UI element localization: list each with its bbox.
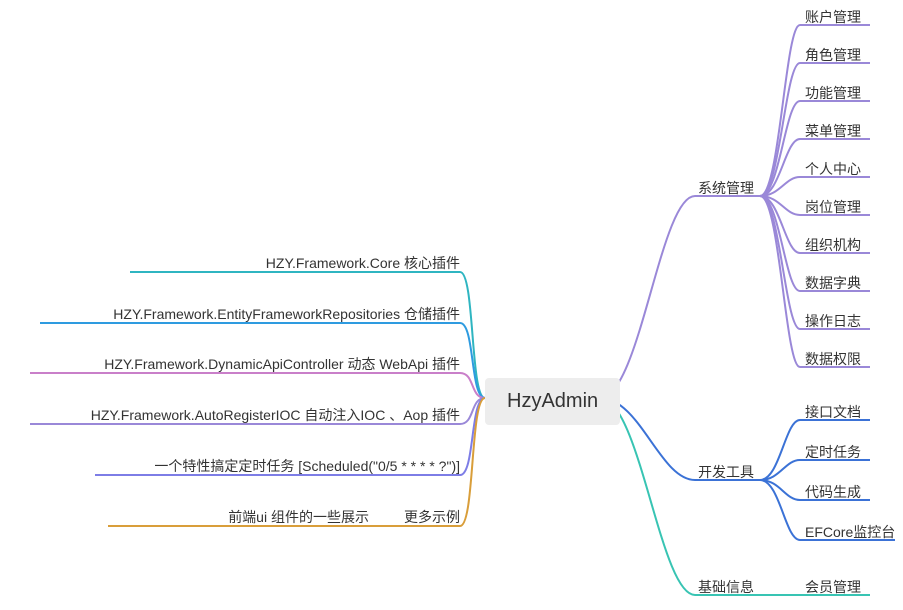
leaf-0-5: 岗位管理 xyxy=(805,197,861,217)
leaf-0-7: 数据字典 xyxy=(805,273,861,293)
left-item-4: 一个特性搞定定时任务 [Scheduled("0/5 * * * * ?")] xyxy=(154,456,460,476)
center-node: HzyAdmin xyxy=(485,378,620,425)
left-item-last: 前端ui 组件的一些展示 更多示例 xyxy=(228,507,460,527)
leaf-0-6: 组织机构 xyxy=(805,235,861,255)
left-item-last-text2: 更多示例 xyxy=(404,509,460,525)
leaf-0-2: 功能管理 xyxy=(805,83,861,103)
leaf-0-4: 个人中心 xyxy=(805,159,861,179)
leaf-2-0: 会员管理 xyxy=(805,577,861,597)
left-item-2: HZY.Framework.DynamicApiController 动态 We… xyxy=(104,354,460,374)
left-item-3: HZY.Framework.AutoRegisterIOC 自动注入IOC 、A… xyxy=(91,405,460,425)
leaf-0-3: 菜单管理 xyxy=(805,121,861,141)
leaf-0-1: 角色管理 xyxy=(805,45,861,65)
leaf-0-8: 操作日志 xyxy=(805,311,861,331)
leaf-1-3: EFCore监控台 xyxy=(805,522,895,542)
leaf-0-0: 账户管理 xyxy=(805,7,861,27)
branch-label-2: 基础信息 xyxy=(698,577,754,597)
leaf-1-2: 代码生成 xyxy=(805,482,861,502)
branch-label-1: 开发工具 xyxy=(698,462,754,482)
branch-label-0: 系统管理 xyxy=(698,178,754,198)
leaf-0-9: 数据权限 xyxy=(805,349,861,369)
left-item-1: HZY.Framework.EntityFrameworkRepositorie… xyxy=(113,304,460,324)
left-item-last-text1: 前端ui 组件的一些展示 xyxy=(228,509,369,525)
leaf-1-0: 接口文档 xyxy=(805,402,861,422)
leaf-1-1: 定时任务 xyxy=(805,442,861,462)
left-item-0: HZY.Framework.Core 核心插件 xyxy=(266,253,460,273)
